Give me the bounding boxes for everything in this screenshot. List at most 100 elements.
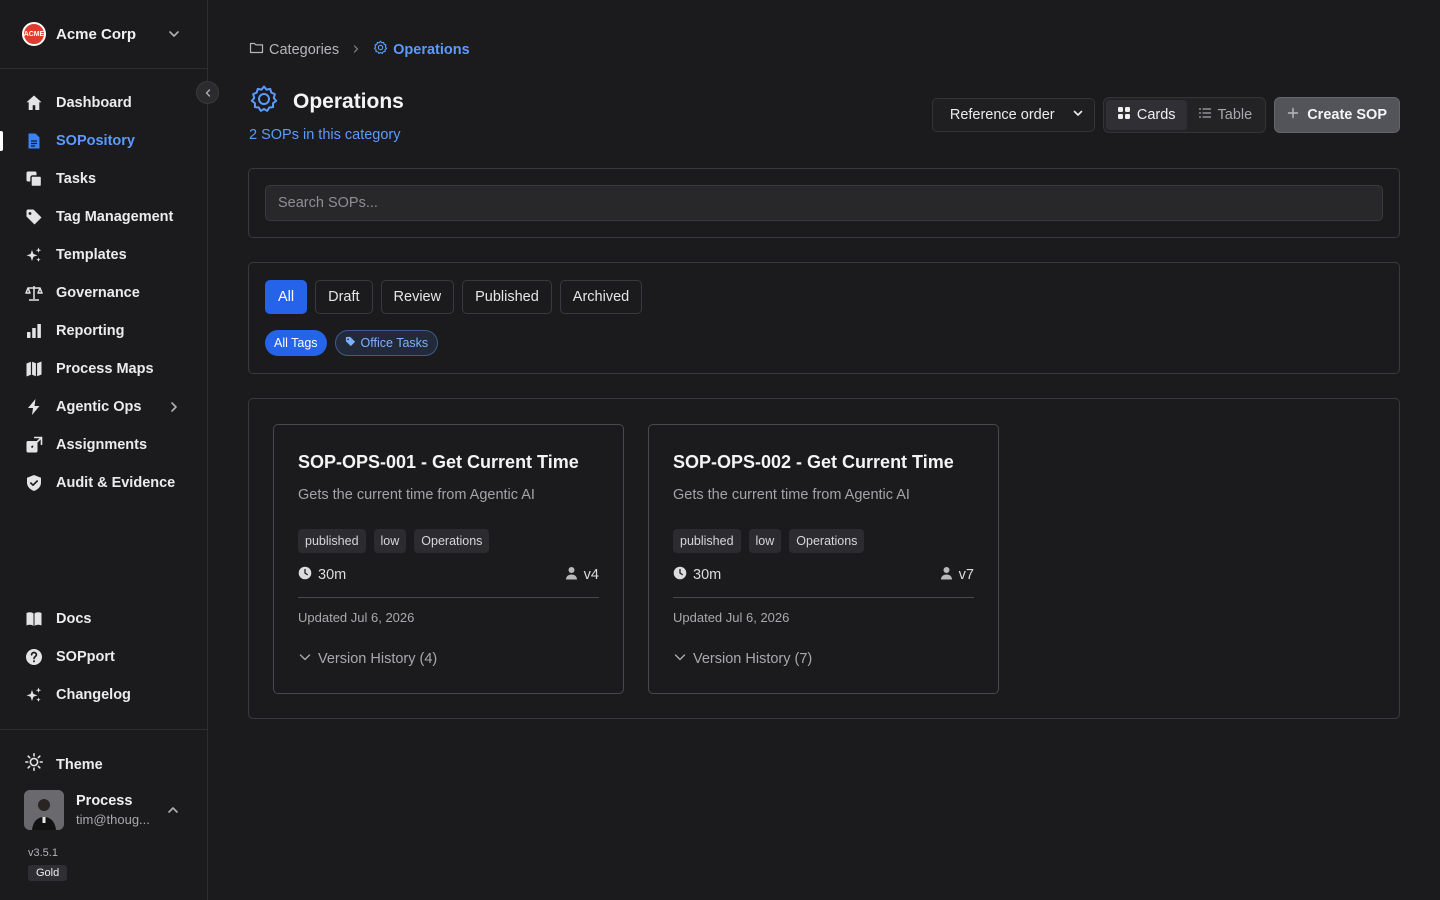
duration: 30m [298, 566, 346, 584]
clock-icon [673, 566, 687, 584]
status-tab-review[interactable]: Review [380, 280, 455, 314]
sop-card-title: SOP-OPS-001 - Get Current Time [298, 452, 579, 472]
sidebar-nav-main: Dashboard SOPository Tasks Tag Managemen… [0, 84, 207, 502]
theme-toggle[interactable]: Theme [24, 752, 103, 777]
sop-card[interactable]: SOP-OPS-002 - Get Current Time Gets the … [648, 424, 999, 694]
home-icon [24, 93, 44, 113]
sidebar-item-label: Audit & Evidence [56, 475, 176, 491]
version-value: v7 [958, 567, 974, 583]
sidebar-item-label: Docs [56, 611, 92, 627]
chevron-right-icon [171, 402, 177, 412]
sop-card-badges: published low Operations [298, 529, 490, 553]
status-badge: published [298, 529, 366, 553]
tag-filter-all[interactable]: All Tags [265, 330, 327, 356]
search-input[interactable] [265, 185, 1383, 221]
app-version: v3.5.1 [28, 847, 58, 859]
card-divider [673, 597, 974, 598]
updated-date: Updated Jul 6, 2026 [298, 610, 415, 625]
sidebar-item-docs[interactable]: Docs [0, 600, 207, 638]
tag-icon [24, 207, 44, 227]
sidebar-item-dashboard[interactable]: Dashboard [0, 84, 207, 122]
sidebar-item-assignments[interactable]: Assignments [0, 426, 207, 464]
sidebar-item-label: Assignments [56, 437, 148, 453]
app-root: ACME Acme Corp Dashboard SOPository Task… [0, 0, 1440, 900]
view-cards-label: Cards [1136, 107, 1176, 123]
chevron-left-icon [205, 88, 210, 97]
user-name: Process [76, 793, 133, 809]
sort-select[interactable]: Reference order [931, 98, 1095, 132]
org-switcher[interactable]: ACME Acme Corp [0, 0, 207, 69]
version-history-toggle[interactable]: Version History (4) [298, 650, 437, 668]
sidebar-item-reporting[interactable]: Reporting [0, 312, 207, 350]
chevron-right-icon [351, 42, 361, 58]
chevron-down-icon [169, 31, 179, 37]
status-tab-published[interactable]: Published [462, 280, 552, 314]
sparkles-icon [24, 685, 44, 705]
tag-filter-office-tasks[interactable]: Office Tasks [334, 330, 439, 356]
sidebar-item-tag-management[interactable]: Tag Management [0, 198, 207, 236]
main-content: Categories Operations Operations 2 SOPs … [208, 0, 1440, 900]
view-table-button[interactable]: Table [1187, 100, 1264, 130]
sidebar-item-label: Dashboard [56, 95, 132, 111]
sidebar-nav-secondary: Docs SOPport Changelog [0, 600, 207, 714]
org-name: Acme Corp [56, 25, 137, 43]
search-panel [248, 168, 1400, 238]
chevron-down-icon [298, 650, 312, 668]
status-tab-all[interactable]: All [265, 280, 308, 314]
clock-icon [298, 566, 312, 584]
collapse-sidebar-button[interactable] [196, 81, 219, 104]
sidebar-item-label: Agentic Ops [56, 399, 142, 415]
sop-cards-panel: SOP-OPS-001 - Get Current Time Gets the … [248, 398, 1400, 719]
help-icon [24, 647, 44, 667]
plus-icon [1287, 107, 1299, 123]
breadcrumb-current: Operations [373, 40, 470, 59]
sort-select-value: Reference order [949, 107, 1055, 123]
sidebar-item-tasks[interactable]: Tasks [0, 160, 207, 198]
tag-filter-label: Office Tasks [360, 336, 429, 350]
org-logo: ACME [22, 22, 46, 46]
user-icon [940, 566, 953, 584]
priority-badge: low [373, 529, 407, 553]
sidebar-item-audit-evidence[interactable]: Audit & Evidence [0, 464, 207, 502]
sidebar-item-sopport[interactable]: SOPport [0, 638, 207, 676]
version-history-label: Version History (7) [693, 651, 813, 667]
version-value: v4 [583, 567, 599, 583]
tag-filter-row: All Tags Office Tasks [265, 330, 439, 356]
breadcrumb-root-label: Categories [269, 41, 340, 58]
updated-date: Updated Jul 6, 2026 [673, 610, 790, 625]
sidebar-item-label: Process Maps [56, 361, 154, 377]
sidebar-item-label: Reporting [56, 323, 125, 339]
breadcrumb: Categories Operations [249, 40, 470, 59]
sidebar-item-process-maps[interactable]: Process Maps [0, 350, 207, 388]
category-badge: Operations [414, 529, 490, 553]
sidebar-item-governance[interactable]: Governance [0, 274, 207, 312]
cog-icon [249, 84, 279, 119]
sidebar-item-label: Changelog [56, 687, 131, 703]
document-icon [24, 131, 44, 151]
sidebar-item-label: Tag Management [56, 209, 174, 225]
view-cards-button[interactable]: Cards [1105, 100, 1187, 130]
sop-card-description: Gets the current time from Agentic AI [298, 487, 535, 503]
grid-icon [1117, 106, 1131, 124]
user-menu[interactable]: Process tim@thoug... [24, 790, 194, 830]
assign-icon [24, 435, 44, 455]
sop-card-badges: published low Operations [673, 529, 865, 553]
sidebar-item-agentic-ops[interactable]: Agentic Ops [0, 388, 207, 426]
book-icon [24, 609, 44, 629]
folder-icon [249, 40, 264, 59]
sidebar-item-label: SOPport [56, 649, 115, 665]
create-sop-button[interactable]: Create SOP [1274, 97, 1400, 133]
sidebar-item-label: SOPository [56, 133, 135, 149]
sidebar-item-changelog[interactable]: Changelog [0, 676, 207, 714]
sop-card[interactable]: SOP-OPS-001 - Get Current Time Gets the … [273, 424, 624, 694]
sidebar-item-sopository[interactable]: SOPository [0, 122, 207, 160]
breadcrumb-root[interactable]: Categories [249, 40, 339, 59]
page-subtitle: 2 SOPs in this category [249, 127, 401, 143]
sop-card-meta: 30m v7 [673, 565, 974, 585]
sidebar-item-templates[interactable]: Templates [0, 236, 207, 274]
map-icon [24, 359, 44, 379]
version-history-toggle[interactable]: Version History (7) [673, 650, 812, 668]
status-tab-draft[interactable]: Draft [315, 280, 373, 314]
status-tab-archived[interactable]: Archived [559, 280, 643, 314]
status-filter-tabs: All Draft Review Published Archived [265, 280, 643, 314]
